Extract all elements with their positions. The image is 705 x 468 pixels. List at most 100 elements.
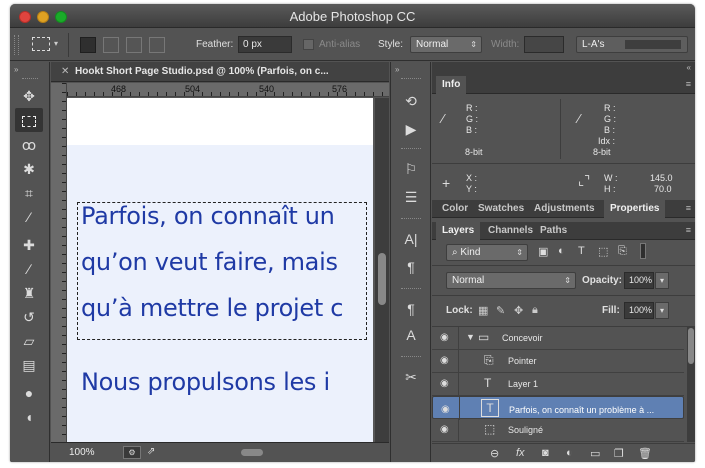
marquee-tool-icon[interactable] [15,108,43,132]
visibility-eye-icon[interactable]: ◉ [440,424,449,435]
vertical-ruler[interactable] [51,83,67,442]
brush-settings-icon[interactable]: ☰ [399,186,423,208]
lock-transparency-icon[interactable]: ▦ [478,304,488,317]
filter-toggle[interactable] [640,243,646,259]
link-layers-icon[interactable]: ⊖ [490,447,499,460]
layer-row[interactable]: ◉ ⎘ Pointer [432,350,684,373]
dock-grip[interactable] [401,78,421,81]
options-grip[interactable] [14,35,19,55]
layer-row[interactable]: ◉ T Layer 1 [432,373,684,396]
scroll-thumb[interactable] [688,328,694,364]
blur-tool-icon[interactable]: ● [15,381,43,405]
history-icon[interactable]: ⟲ [399,90,423,112]
visibility-eye-icon[interactable]: ◉ [440,378,449,389]
tab-channels[interactable]: Channels [482,222,539,240]
document-canvas[interactable]: Parfois, on connaît un qu’on veut faire,… [67,98,389,442]
selection-marquee[interactable] [77,202,367,340]
fx-icon[interactable]: fx [516,447,525,459]
new-selection-button[interactable] [80,37,96,53]
healing-brush-tool-icon[interactable]: ✚ [15,233,43,257]
tab-swatches[interactable]: Swatches [472,200,530,218]
dock-grip[interactable] [401,148,421,151]
visibility-eye-icon[interactable]: ◉ [440,332,449,343]
dock-grip[interactable] [401,288,421,291]
actions-play-icon[interactable]: ▶ [399,118,423,140]
adjustment-filter-icon[interactable]: ◐ [558,245,565,257]
zoom-level[interactable]: 100% [69,447,95,458]
gradient-tool-icon[interactable]: ▤ [15,353,43,377]
horizontal-scroll-thumb[interactable] [241,449,263,456]
add-selection-button[interactable] [103,37,119,53]
tab-info[interactable]: Info [436,76,467,94]
expand-icon[interactable]: » [395,65,399,74]
fill-dropdown-icon[interactable]: ▾ [655,302,669,319]
eyedropper-tool-icon[interactable]: ⁄ [15,205,43,229]
horizontal-ruler[interactable]: 468 504 540 576 [67,83,389,97]
dock-grip[interactable] [401,218,421,221]
visibility-eye-icon[interactable]: ◉ [440,355,449,366]
lasso-tool-icon[interactable]: ꝏ [15,133,43,157]
move-tool-icon[interactable]: ✥ [15,84,43,108]
opacity-dropdown-icon[interactable]: ▾ [655,272,669,289]
document-tab[interactable]: ✕ Hookt Short Page Studio.psd @ 100% (Pa… [51,62,389,82]
dock-grip[interactable] [401,356,421,359]
paragraph-styles-icon[interactable]: ¶ [399,298,423,320]
lock-all-icon[interactable]: 🔒︎ [532,304,538,317]
tool-presets-icon[interactable]: ✂ [399,366,423,388]
close-icon[interactable]: ✕ [61,66,69,77]
style-select[interactable]: Normal ⇕ [410,36,482,53]
quick-selection-tool-icon[interactable]: ✱ [15,157,43,181]
tab-paths[interactable]: Paths [534,222,573,240]
dodge-tool-icon[interactable]: ◖ [15,405,43,429]
fill-input[interactable]: 100% [624,302,654,319]
canvas-vertical-scrollbar[interactable] [375,98,389,442]
width-input[interactable] [524,36,564,53]
smart-object-filter-icon[interactable]: ⎘ [618,245,627,258]
preset-chevron-icon[interactable]: ▾ [54,39,58,48]
blend-mode-select[interactable]: Normal ⇕ [446,272,576,289]
tab-adjustments[interactable]: Adjustments [528,200,601,218]
antialias-checkbox[interactable] [303,39,314,50]
scroll-thumb[interactable] [378,253,386,305]
trash-icon[interactable]: 🗑︎ [638,447,652,460]
paragraph-icon[interactable]: ¶ [399,256,423,278]
pixel-filter-icon[interactable]: ▣ [538,245,548,258]
timing-icon[interactable]: ⚙ [123,446,141,459]
share-icon[interactable]: ⇗ [147,446,155,457]
brush-tool-icon[interactable]: ∕ [15,257,43,281]
layer-row[interactable]: ◉ ▼ ▭ Concevoir [432,327,684,350]
lock-position-icon[interactable]: ✥ [514,304,523,317]
tab-color[interactable]: Color [436,200,474,218]
layer-filter-select[interactable]: ⌕ Kind ⇕ [446,244,528,261]
crop-tool-icon[interactable]: ⌗ [15,181,43,205]
disclosure-triangle-icon[interactable]: ▼ [466,332,475,342]
layer-row-selected[interactable]: ◉ T Parfois, on connaît un problème à ..… [432,396,684,420]
panel-menu-icon[interactable]: ≡ [686,203,691,213]
tab-layers[interactable]: Layers [436,222,481,240]
opacity-input[interactable]: 100% [624,272,654,289]
feather-input[interactable]: 0 px [238,36,292,53]
type-filter-icon[interactable]: T [578,245,585,257]
layers-scrollbar[interactable] [687,326,695,442]
tab-properties[interactable]: Properties [604,200,666,218]
eraser-tool-icon[interactable]: ▱ [15,329,43,353]
collapse-panels-icon[interactable]: « [687,63,691,72]
collapse-icon[interactable]: » [14,65,18,74]
add-mask-icon[interactable]: ◙ [542,447,549,459]
panel-menu-icon[interactable]: ≡ [686,79,691,89]
workspace-select[interactable]: L-A's [576,36,688,53]
adjustment-layer-icon[interactable]: ◐ [566,447,573,459]
subtract-selection-button[interactable] [126,37,142,53]
tools-grip[interactable] [22,78,38,81]
brush-presets-icon[interactable]: ⚐ [399,158,423,180]
new-layer-icon[interactable]: ❐ [614,447,624,460]
new-group-icon[interactable]: ▭ [590,447,600,460]
intersect-selection-button[interactable] [149,37,165,53]
lock-pixels-icon[interactable]: ✎ [496,304,505,317]
character-styles-icon[interactable]: A [399,324,423,346]
clone-stamp-tool-icon[interactable]: ♜ [15,281,43,305]
history-brush-tool-icon[interactable]: ↺ [15,305,43,329]
layer-row[interactable]: ◉ ⬚ Souligné [432,419,684,442]
visibility-eye-icon[interactable]: ◉ [441,402,450,417]
marquee-preset-icon[interactable] [32,37,50,51]
